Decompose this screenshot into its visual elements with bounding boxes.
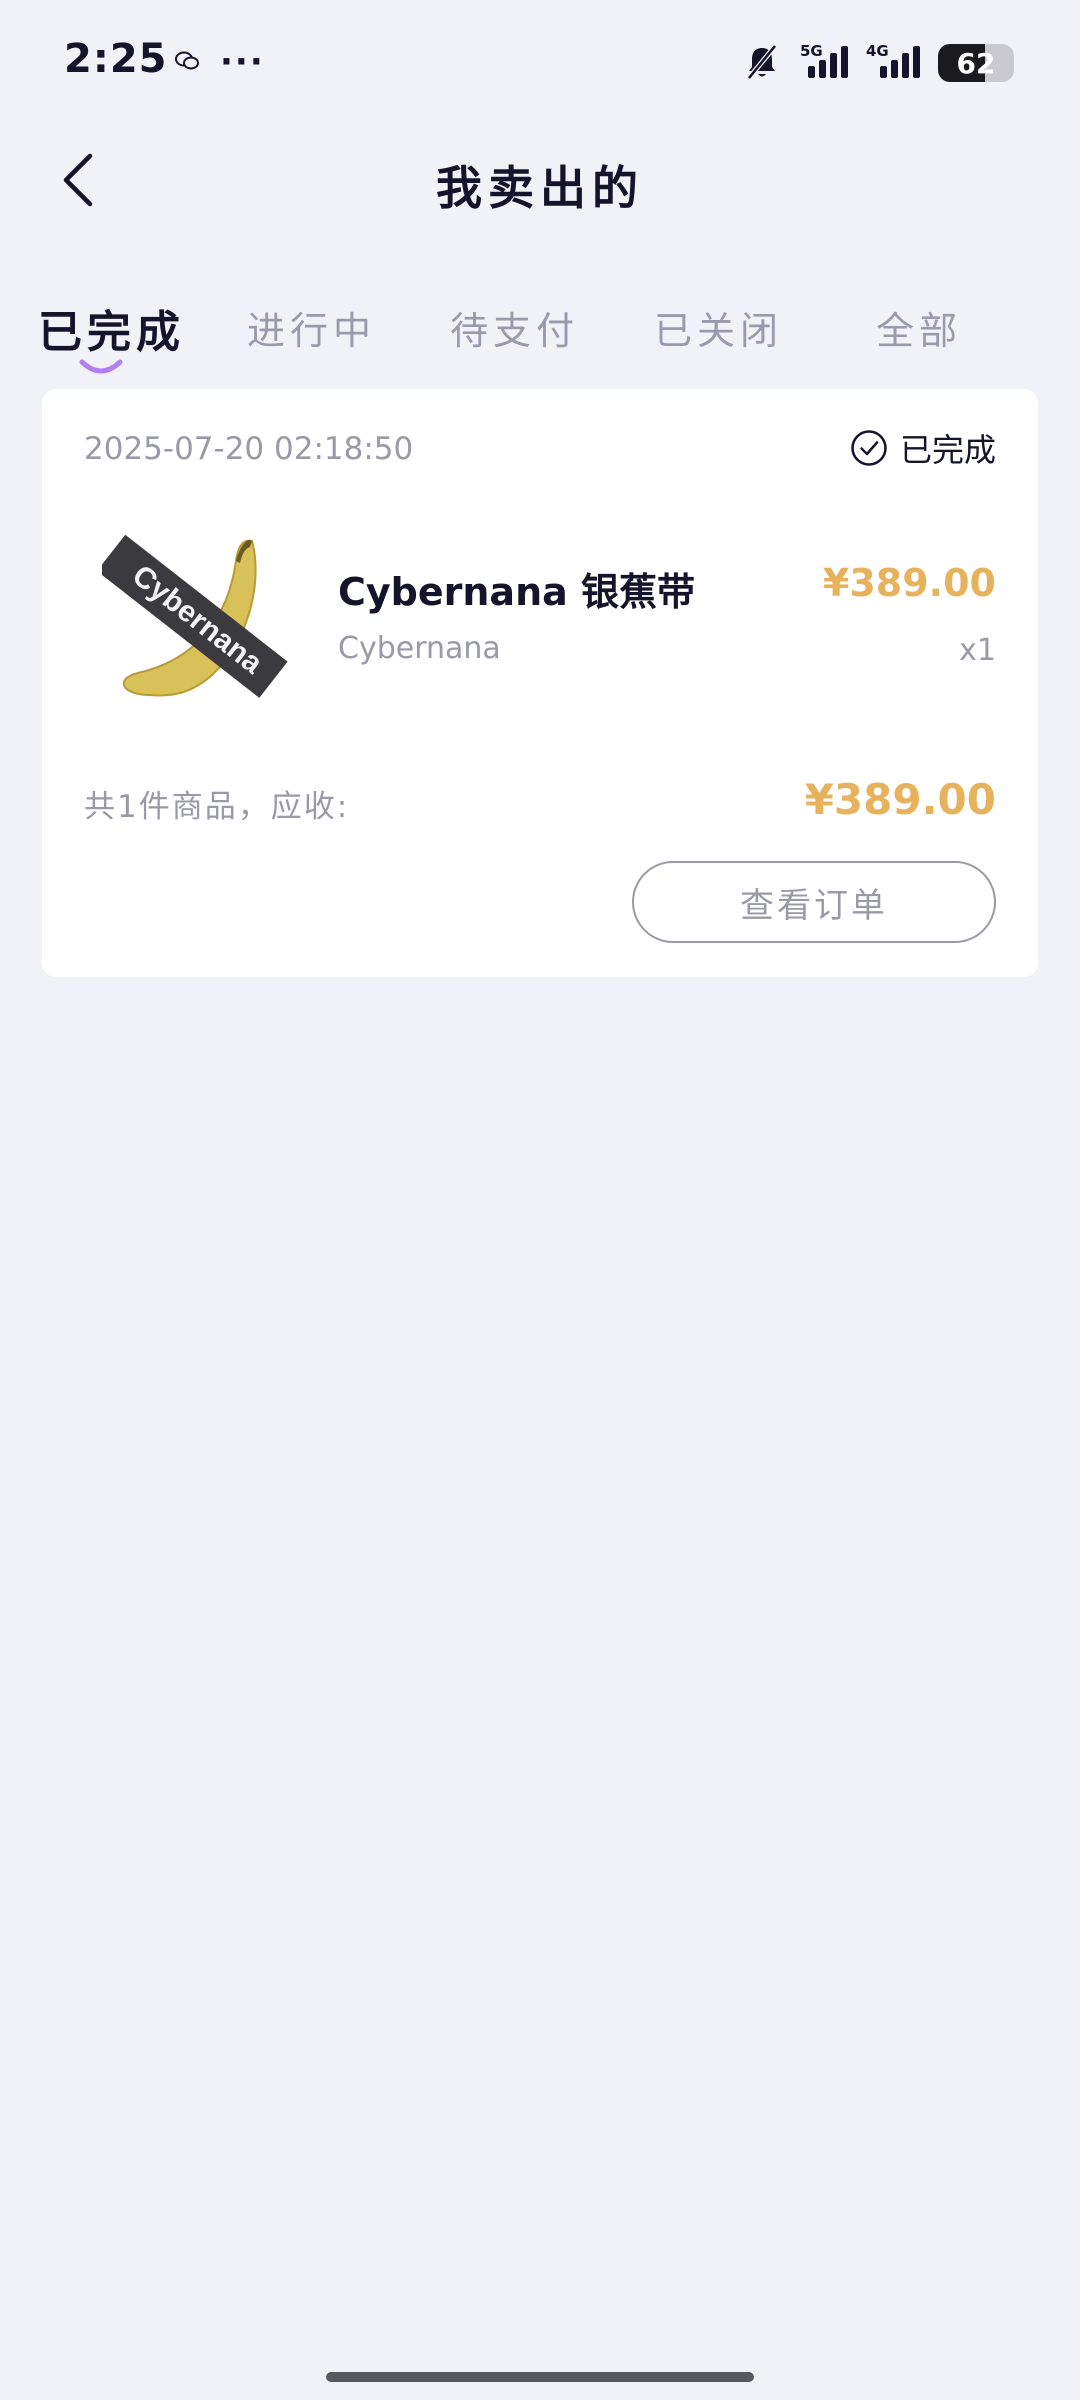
tab-in-progress[interactable]: 进行中 (247, 300, 376, 355)
order-time: 2025-07-20 02:18:50 (84, 431, 414, 467)
mute-bell-icon (747, 44, 777, 80)
order-total-amount: ¥389.00 (804, 775, 996, 824)
screen: 2:25 ··· 5G 4G 62 我卖出的 已完成 进行中 待支付 已关闭 全… (0, 0, 1080, 2400)
tab-all[interactable]: 全部 (876, 300, 962, 355)
order-status-label: 已完成 (899, 431, 996, 469)
battery-percent: 62 (956, 46, 996, 80)
signal-strength-icon-2 (880, 44, 920, 78)
more-notifications-icon: ··· (220, 42, 265, 82)
product-price: ¥389.00 (822, 561, 996, 605)
product-brand: Cybernana (338, 631, 501, 666)
status-time: 2:25 (64, 36, 168, 82)
order-card[interactable]: 2025-07-20 02:18:50 已完成 Cybernana Cybern… (42, 389, 1038, 977)
order-total-label: 共1件商品，应收: (84, 789, 350, 825)
page-title: 我卖出的 (436, 161, 644, 215)
tab-completed[interactable]: 已完成 (38, 296, 185, 360)
status-bar: 2:25 ··· 5G 4G 62 (0, 0, 1080, 120)
view-order-button[interactable]: 查看订单 (632, 861, 996, 943)
home-indicator[interactable] (326, 2372, 754, 2382)
check-circle-icon (851, 430, 887, 466)
product-name: Cybernana 银蕉带 (338, 570, 695, 614)
battery-tip (1008, 56, 1014, 70)
tab-pending-payment[interactable]: 待支付 (450, 300, 579, 355)
product-image[interactable]: Cybernana (102, 517, 292, 707)
active-tab-indicator (79, 359, 123, 374)
order-status: 已完成 (850, 425, 996, 471)
product-quantity: x1 (959, 633, 996, 668)
battery-icon: 62 (938, 44, 1014, 82)
wechat-icon (175, 51, 199, 70)
signal-strength-icon (808, 44, 848, 78)
order-status-tabs: 已完成 进行中 待支付 已关闭 全部 (0, 296, 1080, 376)
tab-closed[interactable]: 已关闭 (654, 300, 783, 355)
